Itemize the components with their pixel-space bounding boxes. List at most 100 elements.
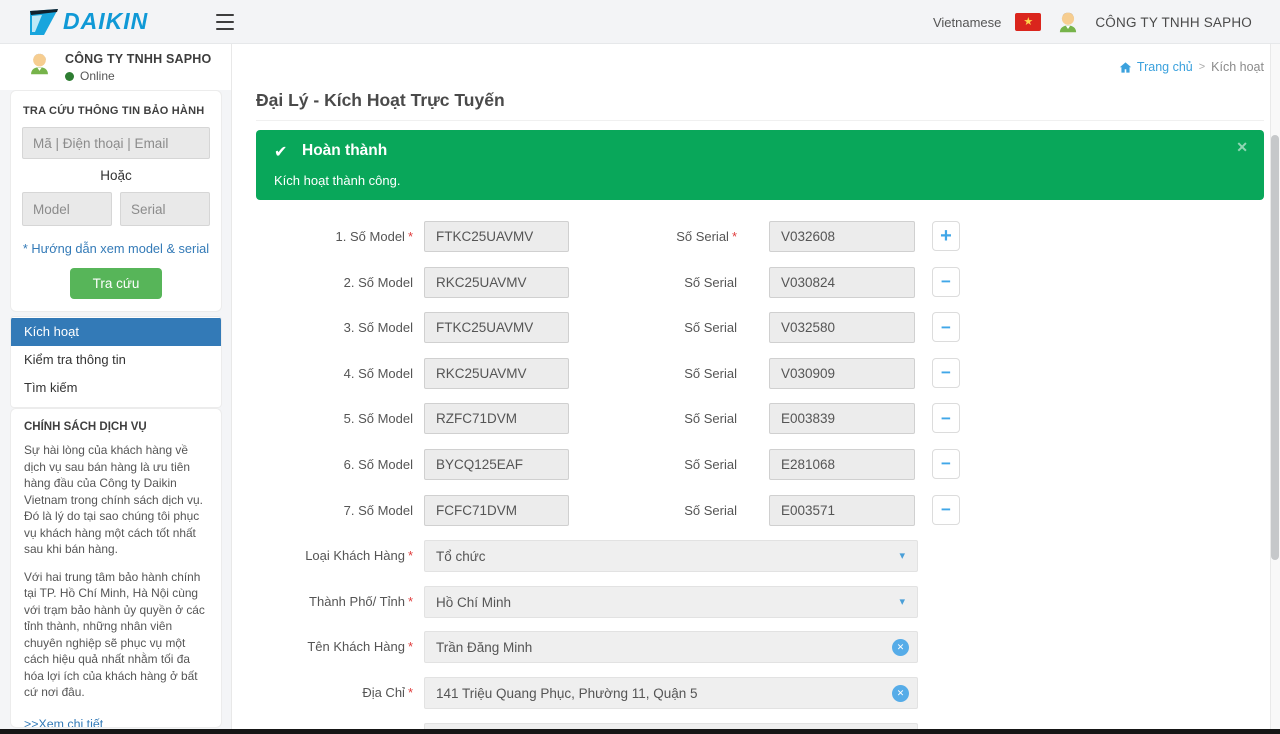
success-alert: ✔ Hoàn thành Kích hoạt thành công. ✕ <box>256 130 1264 200</box>
flag-star: ★ <box>1023 17 1033 28</box>
required-asterisk: * <box>408 548 413 563</box>
remove-row-button[interactable]: − <box>932 267 960 297</box>
row-index: 2. <box>344 275 355 290</box>
model-input[interactable] <box>424 312 569 343</box>
device-row: 4. Số Model* Số Serial* − <box>232 358 1280 404</box>
customer-fields: Loại Khách Hàng* Tổ chức ▾ Thành Phố/ Tỉ… <box>232 540 1280 722</box>
vertical-scrollbar-thumb[interactable] <box>1271 135 1279 560</box>
field-value: Trần Đăng Minh <box>436 632 532 663</box>
policy-title: CHÍNH SÁCH DỊCH VỤ <box>24 421 208 433</box>
home-icon <box>1119 61 1132 74</box>
breadcrumb-home-label: Trang chủ <box>1137 60 1193 74</box>
field-label: Loại Khách Hàng <box>305 548 405 563</box>
language-selector[interactable]: Vietnamese <box>933 15 1001 30</box>
warranty-lookup-card: TRA CỨU THÔNG TIN BẢO HÀNH Hoặc * Hướng … <box>10 90 222 312</box>
policy-detail-link[interactable]: >>Xem chi tiết <box>24 712 208 729</box>
clear-icon[interactable]: ✕ <box>892 685 909 702</box>
alert-message: Kích hoạt thành công. <box>274 173 400 188</box>
field-label: Thành Phố/ Tỉnh <box>309 594 405 609</box>
vietnam-flag-icon[interactable]: ★ <box>1015 13 1041 31</box>
model-input[interactable] <box>424 449 569 480</box>
serial-input[interactable] <box>769 267 915 298</box>
screen-edge-bar <box>0 729 1280 734</box>
policy-paragraph: Với hai trung tâm bảo hành chính tại TP.… <box>24 569 208 701</box>
nav-item-kich-hoat[interactable]: Kích hoạt <box>11 318 221 346</box>
serial-label: Số Serial* <box>612 449 737 480</box>
add-row-button[interactable]: + <box>932 221 960 251</box>
breadcrumb-separator: > <box>1199 61 1205 73</box>
serial-input[interactable] <box>769 221 915 252</box>
online-status-text: Online <box>80 69 115 83</box>
model-input[interactable] <box>424 221 569 252</box>
model-label: 1. Số Model* <box>232 221 413 252</box>
account-name[interactable]: CÔNG TY TNHH SAPHO <box>1095 15 1252 30</box>
model-input[interactable] <box>424 495 569 526</box>
close-icon[interactable]: ✕ <box>1236 139 1248 156</box>
user-name: CÔNG TY TNHH SAPHO <box>65 52 211 66</box>
remove-row-button[interactable]: − <box>932 449 960 479</box>
field-value: 141 Triệu Quang Phục, Phường 11, Quận 5 <box>436 678 698 709</box>
device-row: 5. Số Model* Số Serial* − <box>232 403 1280 449</box>
serial-label: Số Serial* <box>612 358 737 389</box>
model-label: 2. Số Model* <box>232 267 413 298</box>
chevron-down-icon: ▾ <box>899 587 905 617</box>
remove-row-button[interactable]: − <box>932 358 960 388</box>
model-input[interactable] <box>424 358 569 389</box>
row-index: 4. <box>344 366 355 381</box>
model-serial-row <box>22 192 210 226</box>
lookup-search-button[interactable]: Tra cứu <box>70 268 162 299</box>
remove-row-button[interactable]: − <box>932 403 960 433</box>
chevron-down-icon: ▾ <box>899 541 905 571</box>
user-avatar <box>26 50 53 77</box>
user-panel: CÔNG TY TNHH SAPHO Online <box>0 44 231 90</box>
nav-item-tim-kiem[interactable]: Tìm kiếm <box>11 374 221 402</box>
model-label: 7. Số Model* <box>232 495 413 526</box>
daikin-logo: DAIKIN <box>30 8 148 35</box>
online-status-icon <box>65 72 74 81</box>
customer-type-select[interactable]: Tổ chức ▾ <box>424 540 918 572</box>
serial-label: Số Serial* <box>612 403 737 434</box>
device-row: 1. Số Model* Số Serial* + <box>232 221 1280 267</box>
customer-name-input[interactable]: Trần Đăng Minh ✕ <box>424 631 918 663</box>
serial-input[interactable] <box>769 495 915 526</box>
serial-lookup-input[interactable] <box>120 192 210 226</box>
sidebar: CÔNG TY TNHH SAPHO Online TRA CỨU THÔNG … <box>0 44 232 734</box>
breadcrumb-home-link[interactable]: Trang chủ <box>1119 60 1193 74</box>
model-serial-guide-link[interactable]: * Hướng dẫn xem model & serial <box>22 241 210 256</box>
remove-row-button[interactable]: − <box>932 312 960 342</box>
user-meta: CÔNG TY TNHH SAPHO Online <box>65 50 211 90</box>
serial-input[interactable] <box>769 358 915 389</box>
row-index: 3. <box>344 320 355 335</box>
service-policy-card: CHÍNH SÁCH DỊCH VỤ Sự hài lòng của khách… <box>10 408 222 728</box>
form-field-row: Tên Khách Hàng* Trần Đăng Minh ✕ <box>232 631 1280 677</box>
city-province-select[interactable]: Hồ Chí Minh ▾ <box>424 586 918 618</box>
nav-item-kiem-tra-thong-tin[interactable]: Kiểm tra thông tin <box>11 346 221 374</box>
account-avatar <box>1055 9 1081 35</box>
model-lookup-input[interactable] <box>22 192 112 226</box>
app-window: DAIKIN Vietnamese ★ CÔNG TY TNHH SAPHO <box>0 0 1280 734</box>
form-field-row: Loại Khách Hàng* Tổ chức ▾ <box>232 540 1280 586</box>
model-input[interactable] <box>424 267 569 298</box>
remove-row-button[interactable]: − <box>932 495 960 525</box>
alert-title: Hoàn thành <box>302 142 387 160</box>
code-phone-email-input[interactable] <box>22 127 210 159</box>
lookup-title: TRA CỨU THÔNG TIN BẢO HÀNH <box>23 105 210 117</box>
address-input[interactable]: 141 Triệu Quang Phục, Phường 11, Quận 5 … <box>424 677 918 709</box>
or-label: Hoặc <box>22 168 210 183</box>
serial-input[interactable] <box>769 403 915 434</box>
clear-icon[interactable]: ✕ <box>892 639 909 656</box>
serial-input[interactable] <box>769 312 915 343</box>
model-input[interactable] <box>424 403 569 434</box>
title-divider <box>256 120 1264 121</box>
row-index: 7. <box>344 503 355 518</box>
page-title: Đại Lý - Kích Hoạt Trực Tuyến <box>256 90 505 111</box>
serial-label: Số Serial* <box>612 221 737 252</box>
row-index: 5. <box>344 411 355 426</box>
serial-label: Số Serial* <box>612 312 737 343</box>
vertical-scrollbar-track[interactable] <box>1270 44 1280 734</box>
serial-input[interactable] <box>769 449 915 480</box>
daikin-logo-icon <box>30 9 58 35</box>
field-label: Tên Khách Hàng <box>307 639 405 654</box>
model-label: 5. Số Model* <box>232 403 413 434</box>
menu-toggle-icon[interactable] <box>216 14 234 30</box>
